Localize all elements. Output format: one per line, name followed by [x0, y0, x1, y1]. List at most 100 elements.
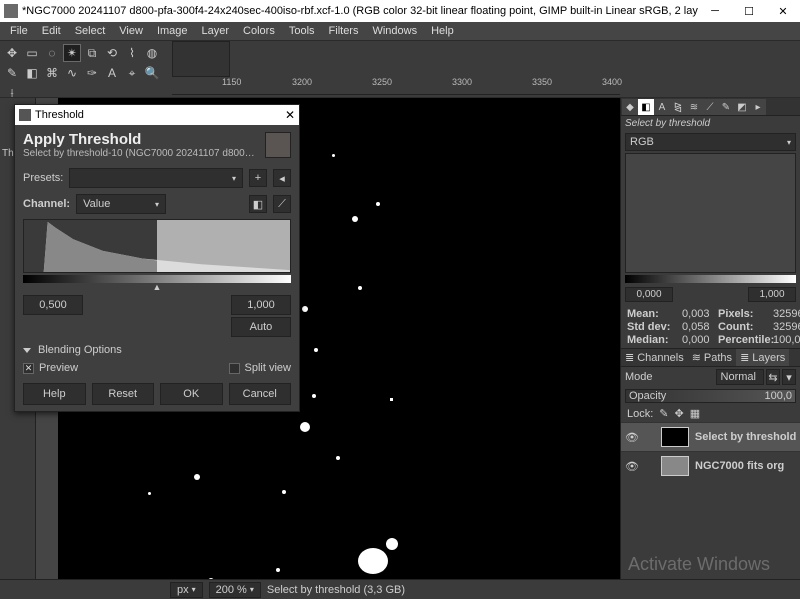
opacity-value: 100,0: [764, 390, 792, 402]
lasso-tool-icon[interactable]: ◌: [43, 44, 61, 62]
minimize-button[interactable]: ─: [698, 0, 732, 22]
threshold-marker[interactable]: [23, 285, 291, 293]
stat-percentile-label: Percentile:: [718, 334, 773, 346]
dialog-header: Apply Threshold Select by threshold-10 (…: [15, 125, 299, 165]
lock-alpha-icon[interactable]: ▦: [690, 407, 700, 420]
menu-tools[interactable]: Tools: [283, 24, 321, 38]
crop-tool-icon[interactable]: ⧉: [83, 44, 101, 62]
preset-add-button[interactable]: +: [249, 169, 267, 187]
pointer-tab-icon[interactable]: ◆: [622, 99, 638, 115]
range-high-input[interactable]: 1,000: [748, 287, 796, 302]
layer-row[interactable]: 👁NGC7000 fits org: [621, 451, 800, 480]
zoom-dropdown[interactable]: 200 %▾: [209, 582, 261, 598]
layer-row[interactable]: 👁Select by threshold: [621, 422, 800, 451]
histogram-linear-button[interactable]: ◧: [249, 195, 267, 213]
blending-label: Blending Options: [38, 344, 122, 356]
zoom-value: 200 %: [216, 584, 247, 596]
lock-move-icon[interactable]: ✥: [675, 407, 684, 420]
star-blob: [376, 202, 380, 206]
path-tool-icon[interactable]: ✑: [83, 64, 101, 82]
close-button[interactable]: ✕: [766, 0, 800, 22]
tab-layers[interactable]: ≣Layers: [736, 349, 789, 366]
menu-layer[interactable]: Layer: [196, 24, 236, 38]
mode-dropdown[interactable]: Normal: [716, 369, 764, 385]
menu-tab-icon[interactable]: ▸: [750, 99, 766, 115]
preview-label: Preview: [39, 362, 78, 374]
histogram-tab-icon[interactable]: ◧: [638, 99, 654, 115]
layer-dock-tabs: ≣Channels ≋Paths ≣Layers: [621, 348, 800, 367]
preset-menu-button[interactable]: ◂: [273, 169, 291, 187]
checkbox-icon: [23, 363, 34, 374]
transform-tool-icon[interactable]: ⟲: [103, 44, 121, 62]
chevron-down-icon: [787, 136, 791, 148]
nav-preview[interactable]: [172, 41, 230, 77]
tab-channels[interactable]: ≣Channels: [621, 349, 688, 366]
menu-windows[interactable]: Windows: [366, 24, 423, 38]
maximize-button[interactable]: ☐: [732, 0, 766, 22]
presets-dropdown[interactable]: [69, 168, 243, 188]
menu-select[interactable]: Select: [69, 24, 112, 38]
menu-filters[interactable]: Filters: [323, 24, 365, 38]
mode-switch-icon[interactable]: ⇆: [766, 369, 780, 385]
clone-tool-icon[interactable]: ⌘: [43, 64, 61, 82]
ruler-tick: 3400: [602, 77, 622, 87]
presets-row: Presets: + ◂: [15, 165, 299, 191]
move-tool-icon[interactable]: ✥: [3, 44, 21, 62]
menu-image[interactable]: Image: [151, 24, 194, 38]
menu-colors[interactable]: Colors: [237, 24, 281, 38]
mode-label: Mode: [625, 371, 653, 383]
rect-select-tool-icon[interactable]: ▭: [23, 44, 41, 62]
brush-tool-icon[interactable]: ✎: [3, 64, 21, 82]
histogram-channel-dropdown[interactable]: RGB: [625, 133, 796, 151]
opacity-slider[interactable]: Opacity 100,0: [625, 389, 796, 403]
threshold-low-input[interactable]: 0,500: [23, 295, 83, 315]
menu-file[interactable]: File: [4, 24, 34, 38]
threshold-histogram[interactable]: [23, 219, 291, 273]
lock-paint-icon[interactable]: ✎: [659, 407, 668, 420]
eraser-tool-icon[interactable]: ◧: [23, 64, 41, 82]
menu-help[interactable]: Help: [425, 24, 460, 38]
reset-button[interactable]: Reset: [92, 383, 155, 405]
splitview-checkbox[interactable]: Split view: [229, 362, 291, 374]
unit-dropdown[interactable]: px▾: [170, 582, 203, 598]
visibility-icon[interactable]: 👁: [625, 460, 639, 473]
pattern-tab-icon[interactable]: ◩: [734, 99, 750, 115]
stat-median-label: Median:: [627, 334, 682, 346]
help-button[interactable]: Help: [23, 383, 86, 405]
auto-button[interactable]: Auto: [231, 317, 291, 337]
histogram-log-button[interactable]: ⟋: [273, 195, 291, 213]
channel-dropdown[interactable]: Value: [76, 194, 166, 214]
fuzzy-select-tool-icon[interactable]: ✴: [63, 44, 81, 62]
toolbox: ✥ ▭ ◌ ✴ ⧉ ⟲ ⌇ ◍ ✎ ◧ ⌘ ∿ ✑ A ⌖ 🔍 ⟊: [0, 41, 172, 97]
text-tab-icon[interactable]: A: [654, 99, 670, 115]
mode-menu-icon[interactable]: ▾: [782, 369, 796, 385]
range-low-input[interactable]: 0,000: [625, 287, 673, 302]
blending-row[interactable]: Blending Options: [15, 341, 299, 359]
curves-tab-icon[interactable]: ⟋: [702, 99, 718, 115]
cancel-button[interactable]: Cancel: [229, 383, 292, 405]
ruler-tick: 3200: [292, 77, 312, 87]
zoom-tool-icon[interactable]: 🔍: [143, 64, 161, 82]
visibility-icon[interactable]: 👁: [625, 431, 639, 444]
dialog-titlebar[interactable]: Threshold ✕: [15, 105, 299, 125]
picker-tool-icon[interactable]: ⌖: [123, 64, 141, 82]
threshold-high-input[interactable]: 1,000: [231, 295, 291, 315]
histogram-display: [625, 153, 796, 273]
stat-count-label: Count:: [718, 321, 773, 333]
warp-tool-icon[interactable]: ⌇: [123, 44, 141, 62]
tab-paths[interactable]: ≋Paths: [688, 349, 736, 366]
sample-tab-icon[interactable]: ⧎: [670, 99, 686, 115]
preview-checkbox[interactable]: Preview: [23, 362, 78, 374]
smudge-tool-icon[interactable]: ∿: [63, 64, 81, 82]
star-blob: [194, 474, 200, 480]
channel-value: Value: [83, 198, 110, 210]
text-tool-icon[interactable]: A: [103, 64, 121, 82]
ok-button[interactable]: OK: [160, 383, 223, 405]
brush-tab-icon[interactable]: ✎: [718, 99, 734, 115]
menu-view[interactable]: View: [113, 24, 149, 38]
bucket-tool-icon[interactable]: ◍: [143, 44, 161, 62]
dialog-close-button[interactable]: ✕: [285, 108, 295, 122]
opacity-label: Opacity: [629, 390, 666, 402]
levels-tab-icon[interactable]: ≋: [686, 99, 702, 115]
menu-edit[interactable]: Edit: [36, 24, 67, 38]
